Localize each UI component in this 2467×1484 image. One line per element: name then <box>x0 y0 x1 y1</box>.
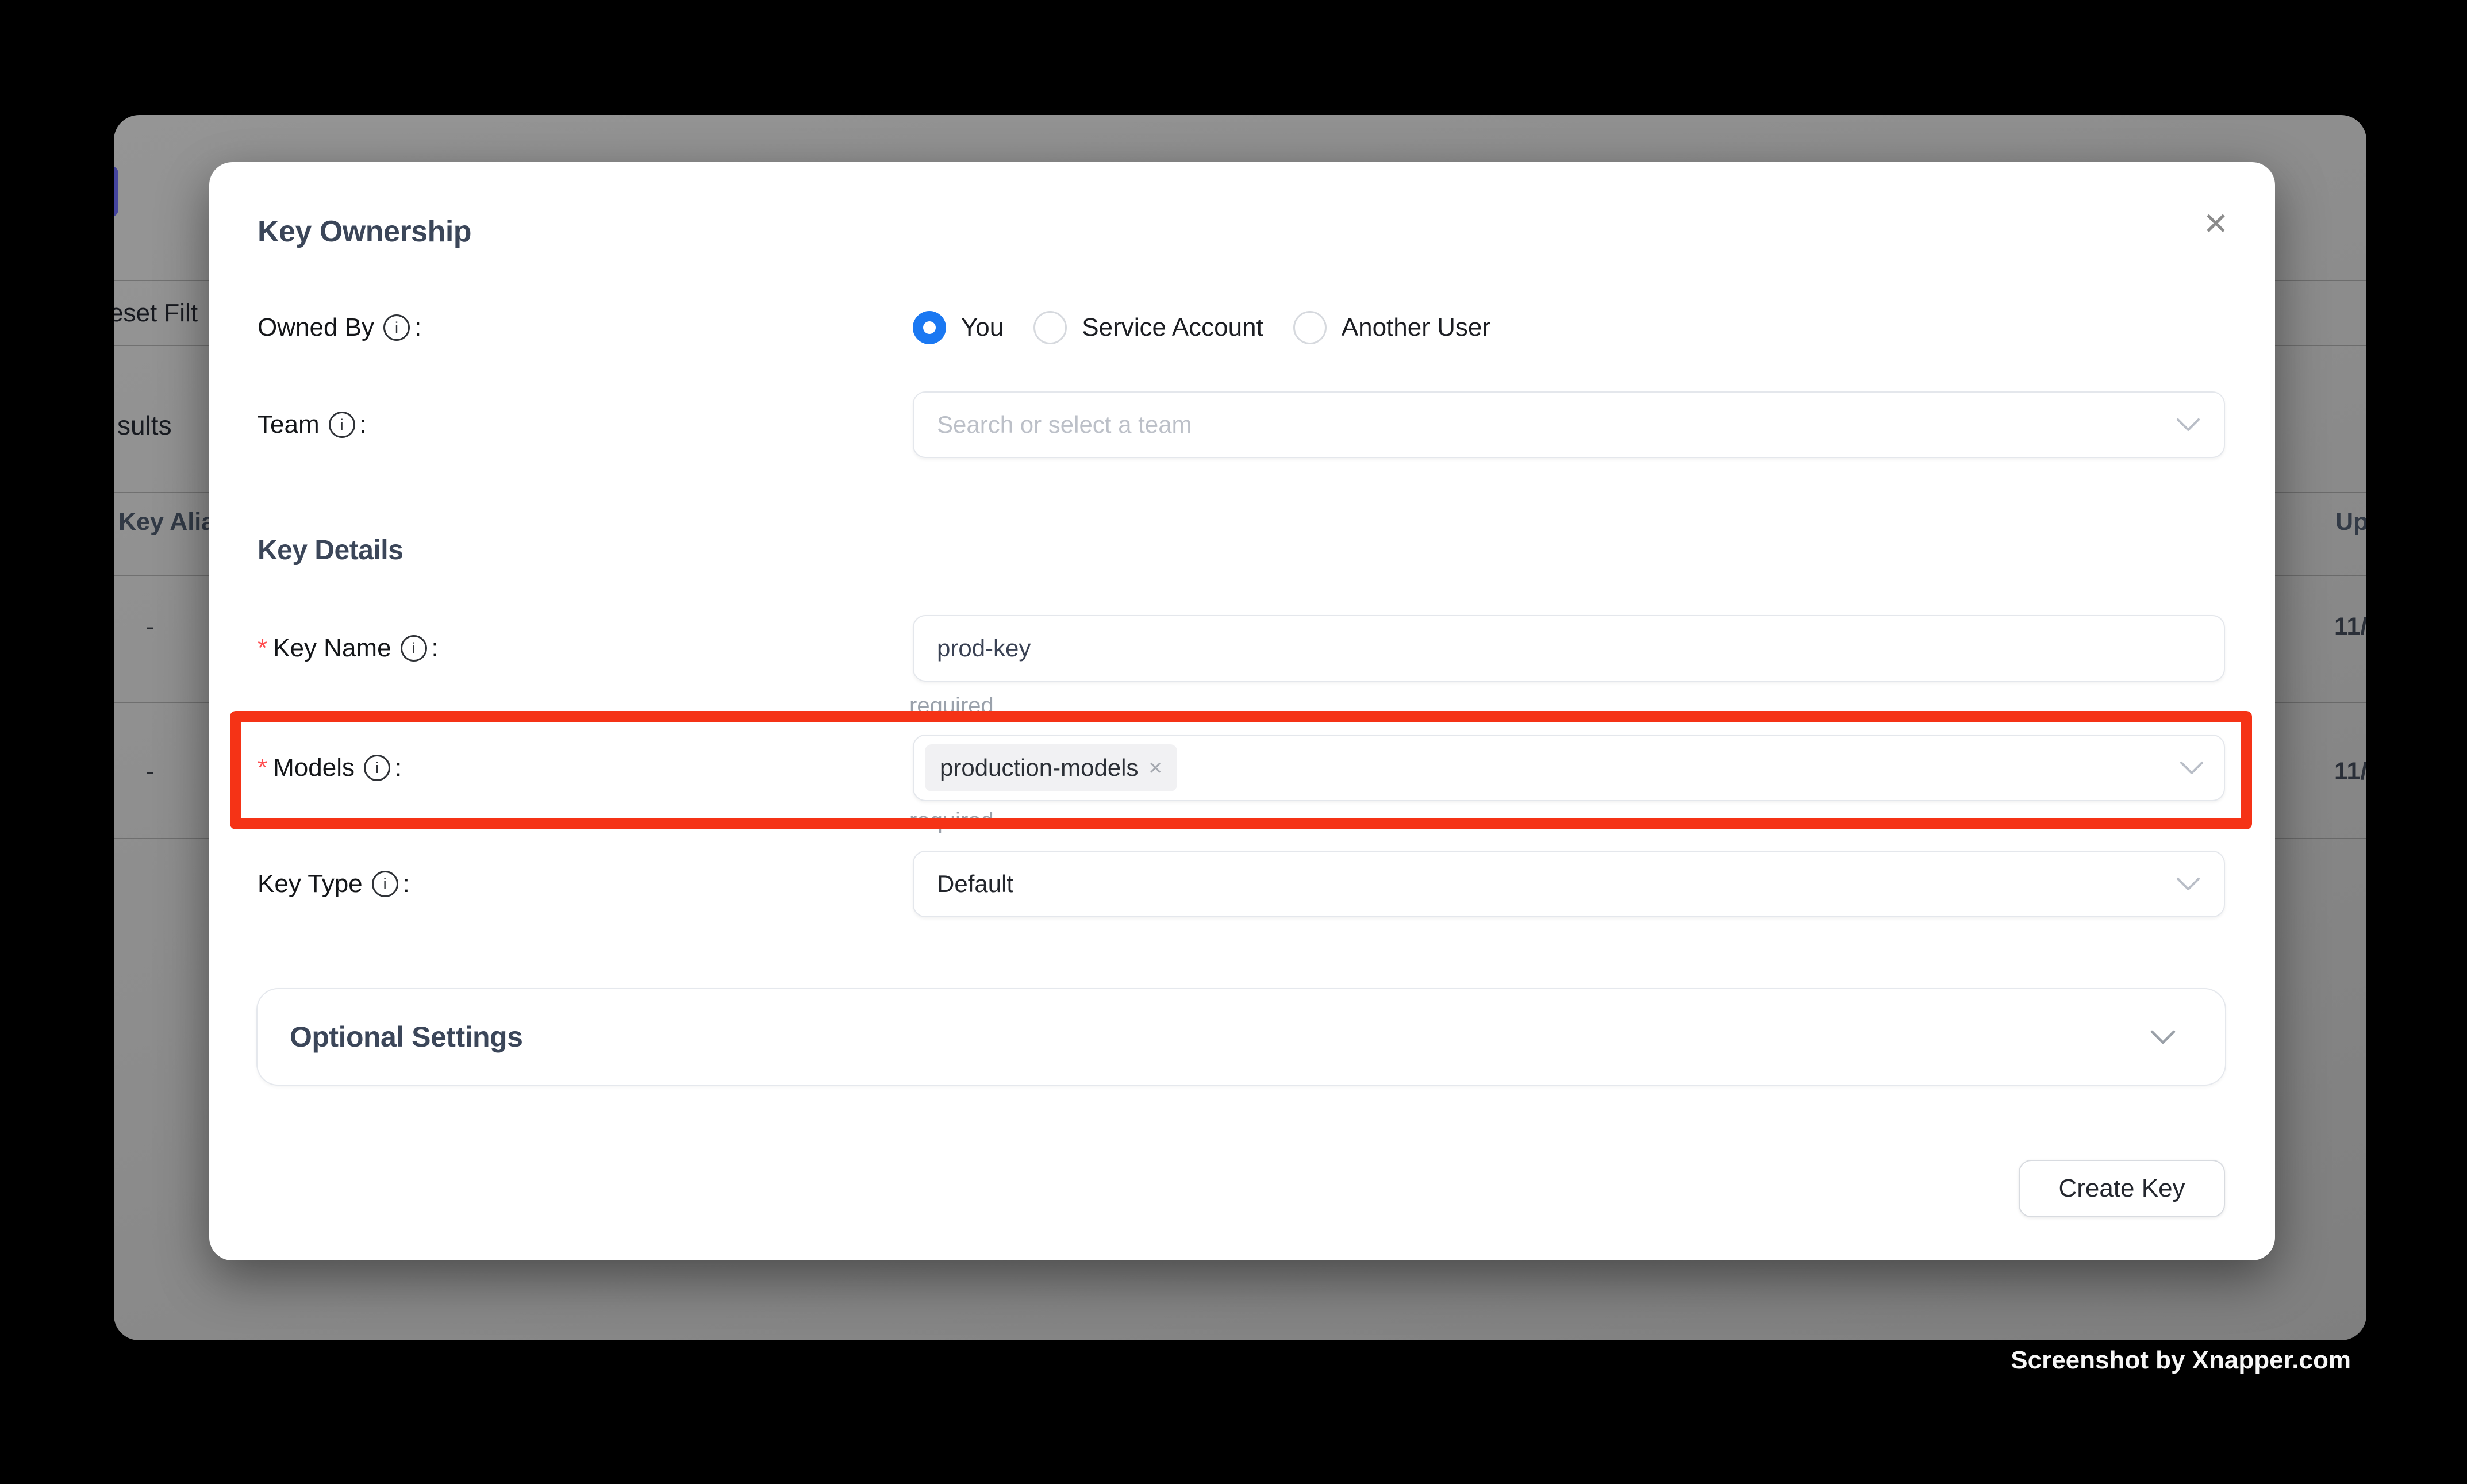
colon: : <box>432 634 439 663</box>
chevron-down-icon <box>2176 876 2201 892</box>
colon: : <box>395 753 402 782</box>
models-required-hint: required <box>909 807 994 835</box>
key-name-label-text: Key Name <box>273 634 391 663</box>
team-select[interactable]: Search or select a team <box>913 391 2225 458</box>
table-cell: - <box>146 613 155 641</box>
team-row: Team i : Search or select a team <box>258 390 2227 459</box>
key-name-value: prod-key <box>937 635 1031 662</box>
model-tag: production-models × <box>925 744 1177 791</box>
xnapper-watermark: Screenshot by Xnapper.com <box>2011 1346 2351 1375</box>
models-multiselect[interactable]: production-models × <box>913 735 2225 801</box>
chevron-down-icon <box>2176 417 2201 433</box>
close-icon[interactable]: ✕ <box>2190 198 2242 249</box>
key-name-row: * Key Name i : prod-key <box>258 614 2227 683</box>
table-cell: - <box>146 758 155 786</box>
team-select-placeholder: Search or select a team <box>937 411 1192 439</box>
info-icon: i <box>364 755 390 781</box>
radio-you-label: You <box>961 313 1004 342</box>
radio-you[interactable]: You <box>913 311 1004 344</box>
dimmed-primary-button-fragment <box>114 166 118 217</box>
remove-tag-icon[interactable]: × <box>1149 756 1162 779</box>
key-type-label-text: Key Type <box>258 870 363 898</box>
radio-another-user[interactable]: Another User <box>1293 311 1490 344</box>
info-icon: i <box>372 871 398 897</box>
radio-selected-icon[interactable] <box>913 311 946 344</box>
required-asterisk: * <box>258 636 267 661</box>
create-key-button[interactable]: Create Key <box>2019 1160 2225 1217</box>
radio-another-user-label: Another User <box>1342 313 1490 342</box>
colon: : <box>414 313 421 342</box>
team-label: Team i : <box>258 410 367 439</box>
info-icon: i <box>329 412 355 438</box>
radio-unselected-icon[interactable] <box>1033 311 1067 344</box>
reset-filters-fragment: eset Filt <box>114 299 198 328</box>
team-label-text: Team <box>258 410 320 439</box>
models-label: * Models i : <box>258 753 402 782</box>
key-name-required-hint: required <box>909 692 994 720</box>
owned-by-label-text: Owned By <box>258 313 374 342</box>
required-asterisk: * <box>258 755 267 781</box>
key-name-label: * Key Name i : <box>258 634 439 663</box>
screenshot-canvas: eset Filt sults Key Alia Up - 11/ - 11/ … <box>0 0 2467 1484</box>
create-key-modal: Key Ownership ✕ Owned By i : You Service… <box>209 162 2275 1260</box>
models-label-text: Models <box>273 753 355 782</box>
models-row: * Models i : production-models × <box>258 733 2227 802</box>
info-icon: i <box>401 635 427 662</box>
key-type-row: Key Type i : Default <box>258 849 2227 918</box>
table-cell: 11/ <box>2334 758 2366 786</box>
optional-settings-label: Optional Settings <box>290 1020 522 1054</box>
chevron-down-icon <box>2179 760 2204 776</box>
owned-by-label: Owned By i : <box>258 313 421 342</box>
owned-by-row: Owned By i : You Service Account Another… <box>258 293 2227 362</box>
model-tag-label: production-models <box>940 754 1139 782</box>
key-name-input[interactable]: prod-key <box>913 615 2225 682</box>
table-cell: 11/ <box>2334 613 2366 641</box>
info-icon: i <box>383 314 410 341</box>
radio-service-account[interactable]: Service Account <box>1033 311 1263 344</box>
updated-column-header: Up <box>2335 508 2366 536</box>
owned-by-radio-group: You Service Account Another User <box>913 311 1490 344</box>
modal-title: Key Ownership <box>258 215 471 248</box>
key-type-label: Key Type i : <box>258 870 410 898</box>
colon: : <box>403 870 410 898</box>
key-details-heading: Key Details <box>258 535 403 566</box>
key-type-select[interactable]: Default <box>913 851 2225 917</box>
optional-settings-toggle[interactable]: Optional Settings <box>256 988 2226 1086</box>
key-type-value: Default <box>937 870 1013 898</box>
radio-service-account-label: Service Account <box>1082 313 1263 342</box>
results-count-fragment: sults <box>117 410 172 441</box>
colon: : <box>360 410 367 439</box>
radio-unselected-icon[interactable] <box>1293 311 1327 344</box>
chevron-down-icon <box>2149 1028 2177 1045</box>
key-alias-column-header: Key Alia <box>118 508 215 536</box>
